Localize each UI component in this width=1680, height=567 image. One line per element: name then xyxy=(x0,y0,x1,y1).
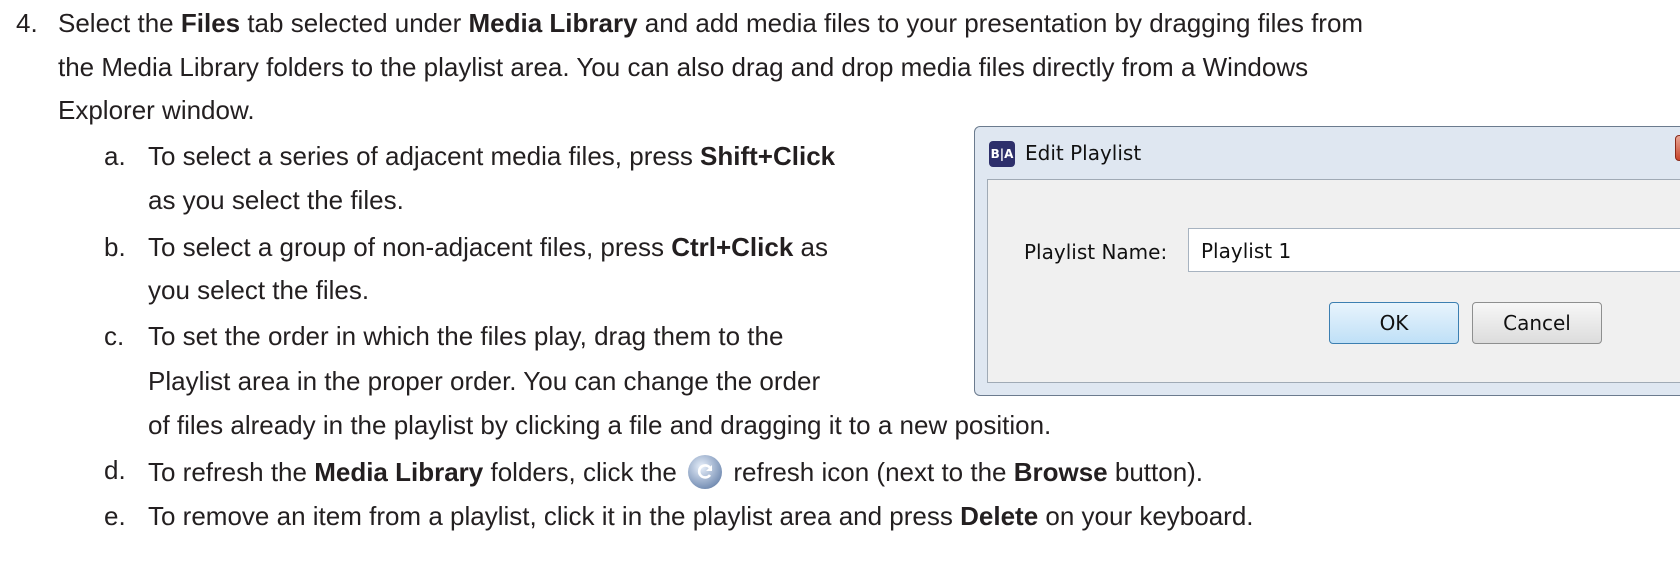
dialog-body: Playlist Name: Playlist 1 OK Cancel xyxy=(987,179,1680,383)
text: To select a group of non-adjacent files,… xyxy=(148,232,672,262)
edit-playlist-dialog: B|A Edit Playlist Playlist Name: Playlis… xyxy=(974,126,1680,396)
text: To remove an item from a playlist, click… xyxy=(148,501,961,531)
ok-button[interactable]: OK xyxy=(1329,302,1459,344)
text: tab selected under xyxy=(240,8,469,38)
playlist-name-label: Playlist Name: xyxy=(1024,240,1168,264)
item-b-line-2: you select the files. xyxy=(148,275,370,305)
item-a-line-2: as you select the files. xyxy=(148,185,404,215)
step-line-3: Explorer window. xyxy=(58,95,255,125)
bold-ctrl-click: Ctrl+Click xyxy=(671,232,794,262)
step-number: 4. xyxy=(16,8,38,38)
bold-files: Files xyxy=(180,8,241,38)
step-line-2: the Media Library folders to the playlis… xyxy=(58,52,1309,82)
text: Select the xyxy=(58,8,181,38)
item-e-line-1: To remove an item from a playlist, click… xyxy=(148,501,1254,531)
step-line-1: Select the Files tab selected under Medi… xyxy=(58,8,1363,38)
app-icon: B|A xyxy=(989,141,1015,167)
text: on your keyboard. xyxy=(1038,501,1254,531)
text: folders, click the xyxy=(483,457,685,487)
text: and add media files to your presentation… xyxy=(637,8,1364,38)
item-c-line-2: Playlist area in the proper order. You c… xyxy=(148,366,821,396)
text: refresh icon (next to the xyxy=(726,457,1014,487)
item-d-marker: d. xyxy=(104,455,126,485)
bold-media-library: Media Library xyxy=(314,457,484,487)
text: To select a series of adjacent media fil… xyxy=(148,141,701,171)
item-c-marker: c. xyxy=(104,321,125,351)
close-icon[interactable] xyxy=(1675,135,1680,161)
item-d-line-1: To refresh the Media Library folders, cl… xyxy=(148,455,1203,489)
item-c-line-1: To set the order in which the files play… xyxy=(148,321,784,351)
text: To refresh the xyxy=(148,457,315,487)
text: button). xyxy=(1107,457,1204,487)
dialog-title: Edit Playlist xyxy=(1025,141,1142,165)
bold-shift-click: Shift+Click xyxy=(700,141,836,171)
playlist-name-input[interactable]: Playlist 1 xyxy=(1188,228,1680,272)
text: as xyxy=(793,232,828,262)
bold-media-library: Media Library xyxy=(468,8,638,38)
item-c-line-3: of files already in the playlist by clic… xyxy=(148,410,1052,440)
bold-browse: Browse xyxy=(1013,457,1108,487)
refresh-icon xyxy=(688,455,723,489)
item-a-line-1: To select a series of adjacent media fil… xyxy=(148,141,835,171)
item-a-marker: a. xyxy=(104,141,126,171)
item-b-marker: b. xyxy=(104,232,126,262)
bold-delete: Delete xyxy=(960,501,1039,531)
cancel-button[interactable]: Cancel xyxy=(1472,302,1602,344)
item-e-marker: e. xyxy=(104,501,126,531)
item-b-line-1: To select a group of non-adjacent files,… xyxy=(148,232,828,262)
